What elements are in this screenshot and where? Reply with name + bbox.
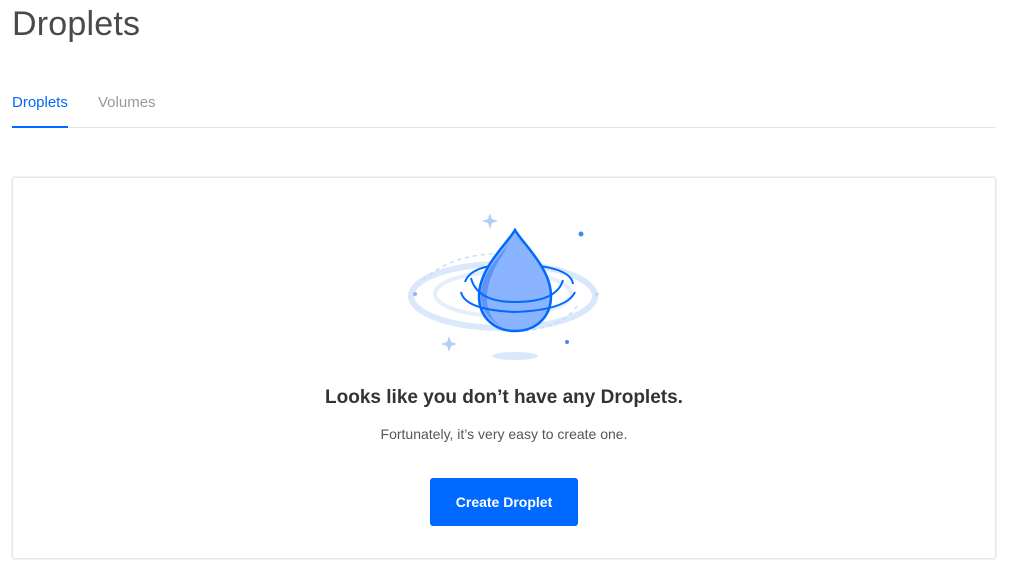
droplet-icon: [408, 213, 599, 360]
tab-bar: Droplets Volumes: [12, 84, 996, 128]
create-droplet-button[interactable]: Create Droplet: [430, 478, 578, 526]
tab-droplets[interactable]: Droplets: [12, 93, 68, 128]
tab-volumes[interactable]: Volumes: [98, 93, 156, 126]
page-title: Droplets: [12, 5, 141, 43]
empty-state-heading: Looks like you don’t have any Droplets.: [325, 387, 683, 408]
empty-state-card: Looks like you don’t have any Droplets. …: [12, 177, 996, 559]
empty-state-subtext: Fortunately, it’s very easy to create on…: [380, 426, 628, 442]
droplets-page: Droplets Droplets Volumes Looks like you…: [0, 0, 1009, 569]
